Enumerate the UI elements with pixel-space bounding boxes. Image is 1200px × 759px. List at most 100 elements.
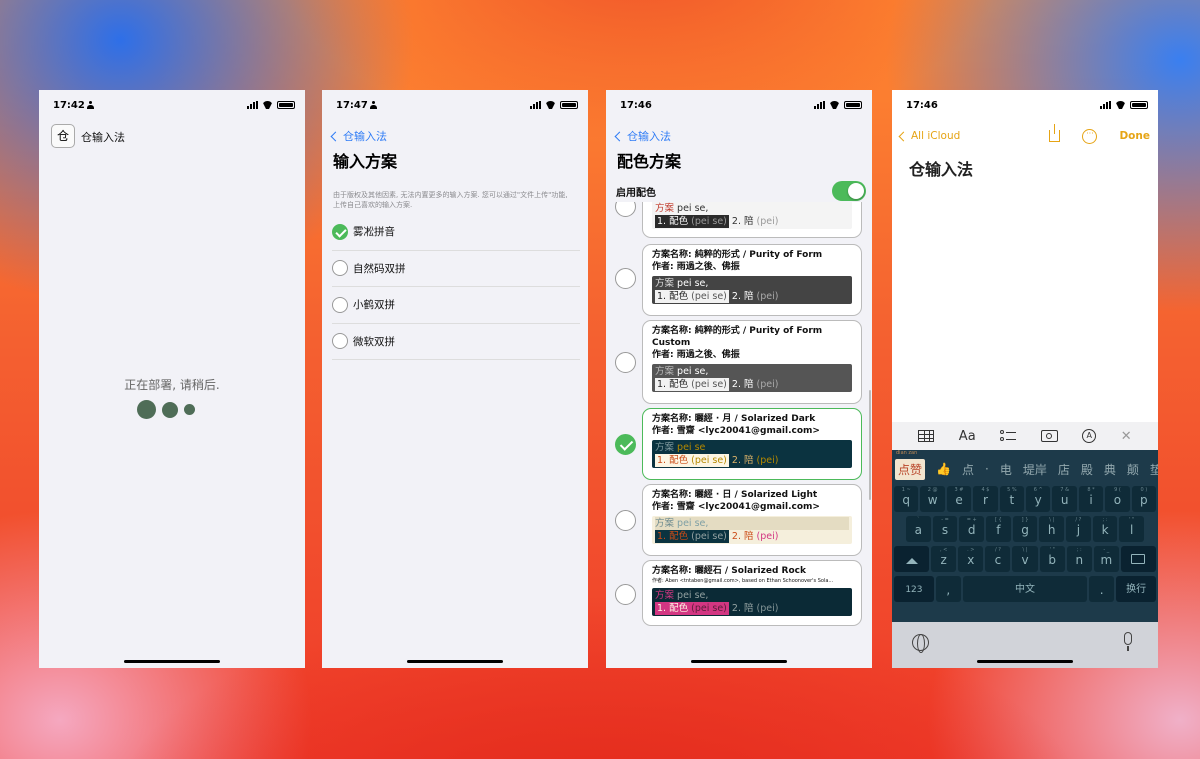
key-e[interactable]: 3 # e [946, 486, 972, 512]
candidate-item[interactable]: · [985, 462, 989, 476]
scheme-radio[interactable] [615, 352, 636, 373]
key-q[interactable]: 1 ~ q [894, 486, 919, 512]
loading-dot [184, 404, 195, 415]
scheme-radio[interactable] [615, 268, 636, 289]
done-button[interactable]: Done [1119, 130, 1150, 142]
status-bar: 17:42 [53, 98, 295, 112]
phone-screen-input-schemes: 17:47 仓输入法 输入方案 由于版权及其他因素, 无法内置更多的输入方案. … [322, 90, 588, 668]
note-title[interactable]: 仓输入法 [909, 156, 973, 180]
key-g[interactable]: ] } g [1012, 516, 1038, 542]
return-key[interactable]: 换行 [1116, 576, 1157, 602]
back-button[interactable]: 仓输入法 [330, 128, 387, 144]
key-w[interactable]: 2 @ w [920, 486, 945, 512]
preview-candidate-2-hint: (pei) [756, 291, 779, 302]
candidate-item[interactable]: 堤岸 [1023, 461, 1047, 478]
candidate-item[interactable]: 点 [962, 461, 974, 478]
key-l[interactable]: ' " l [1119, 516, 1145, 542]
key-m[interactable]: - _ m [1093, 546, 1119, 572]
home-indicator[interactable] [977, 660, 1073, 663]
markup-icon[interactable]: A [1082, 429, 1097, 443]
key-z[interactable]: , < z [931, 546, 957, 572]
scheme-radio[interactable] [615, 434, 636, 455]
home-indicator[interactable] [407, 660, 503, 663]
key-u[interactable]: 7 & u [1052, 486, 1077, 512]
key-a[interactable]: ` a [906, 516, 931, 542]
candidate-item[interactable]: 👍 [936, 462, 951, 476]
candidate-item[interactable]: 典 [1104, 461, 1116, 478]
key-h[interactable]: \ | h [1039, 516, 1065, 542]
share-icon[interactable] [1049, 124, 1061, 142]
radio-circle-icon [332, 296, 348, 313]
key-x[interactable]: . > x [958, 546, 984, 572]
backspace-key[interactable] [1120, 546, 1157, 572]
scheme-card-solarized-rock[interactable]: 方案名称: 曬經石 / Solarized Rock 作者: Aben <tnt… [642, 560, 862, 626]
candidate-item[interactable]: 殿 [1081, 461, 1093, 478]
scheme-option-wusong[interactable]: 雾凇拼音 [332, 214, 580, 251]
enable-colors-toggle[interactable] [832, 181, 866, 201]
color-scheme-list[interactable]: 方案 pei se, 1. 配色 (pei se) 2. 陪 (pei) 方案名… [606, 202, 872, 668]
key-d[interactable]: = + d [959, 516, 985, 542]
key-row-3: , < z . > x / ? c \ | v ' " b ; :n - _ m [894, 546, 1157, 572]
table-icon[interactable] [918, 430, 935, 442]
candidate-item[interactable]: 电 [1000, 461, 1012, 478]
numbers-key[interactable]: 123 [894, 576, 934, 602]
key-s[interactable]: - = s [932, 516, 958, 542]
key-y[interactable]: 6 ^ y [1026, 486, 1051, 512]
home-indicator[interactable] [124, 660, 220, 663]
wifi-icon [545, 101, 556, 109]
home-indicator[interactable] [691, 660, 787, 663]
more-icon[interactable]: ··· [1082, 128, 1098, 144]
key-o[interactable]: 9 (o [1105, 486, 1130, 512]
scheme-option-xiaohe[interactable]: 小鹤双拼 [332, 287, 580, 324]
globe-icon[interactable] [912, 633, 929, 653]
cellular-signal-icon [814, 101, 825, 109]
scrollbar[interactable] [869, 390, 871, 500]
key-r[interactable]: 4 $ r [973, 486, 998, 512]
key-comma[interactable]: , [935, 576, 961, 602]
space-key[interactable]: 中文 [962, 576, 1088, 602]
key-k[interactable]: ; :k [1092, 516, 1118, 542]
radio-circle-icon [615, 268, 636, 289]
scheme-card-solarized-light[interactable]: 方案名称: 曬經 · 日 / Solarized Light 作者: 雪齋 <l… [642, 484, 862, 556]
candidate-item[interactable]: 颠 [1127, 461, 1139, 478]
scheme-option-microsoft[interactable]: 微软双拼 [332, 324, 580, 360]
scheme-card-solarized-dark[interactable]: 方案名称: 曬經 · 月 / Solarized Dark 作者: 雪齋 <ly… [642, 408, 862, 480]
scheme-card-default[interactable]: 方案 pei se, 1. 配色 (pei se) 2. 陪 (pei) [642, 202, 862, 238]
scheme-radio[interactable] [615, 584, 636, 605]
close-icon[interactable]: ✕ [1121, 429, 1132, 444]
candidate-item[interactable]: 点赞 [895, 458, 926, 480]
key-c[interactable]: / ? c [985, 546, 1011, 572]
candidate-item[interactable]: 店 [1058, 461, 1070, 478]
scheme-card-purity-of-form[interactable]: 方案名称: 純粹的形式 / Purity of Form 作者: 雨過之後、佛振… [642, 244, 862, 316]
key-j[interactable]: / ? j [1066, 516, 1091, 542]
preview-candidate-2-hint: (pei) [756, 531, 779, 542]
candidate-item[interactable]: 垫 [1150, 461, 1158, 478]
scheme-card-purity-of-form-custom[interactable]: 方案名称: 純粹的形式 / Purity of Form Custom 作者: … [642, 320, 862, 404]
back-button[interactable]: All iCloud [898, 130, 960, 142]
scheme-preview: 方案 pei se 1. 配色 (pei se) 2. 陪 (pei) [652, 440, 852, 468]
scheme-author: 作者: 雪齋 <lyc20041@gmail.com> [652, 426, 820, 436]
key-p[interactable]: 0 ) p [1131, 486, 1157, 512]
preview-candidate-2: 2. 陪 [731, 531, 754, 542]
microphone-icon[interactable] [1124, 632, 1132, 651]
preview-preset-text: 方案 [655, 590, 675, 601]
camera-icon[interactable] [1040, 430, 1058, 442]
key-row-4: 123 , 中文 . 换行 [894, 576, 1157, 602]
radio-circle-icon [615, 352, 636, 373]
scheme-radio[interactable] [615, 510, 636, 531]
key-t[interactable]: 5 % t [999, 486, 1025, 512]
shift-key[interactable] [894, 546, 930, 572]
back-button[interactable]: 仓输入法 [614, 128, 671, 144]
key-f[interactable]: [ {f [986, 516, 1011, 542]
text-format-button[interactable]: Aa [959, 429, 976, 444]
scheme-option-ziranma[interactable]: 自然码双拼 [332, 251, 580, 287]
checklist-icon[interactable] [1000, 430, 1017, 442]
key-i[interactable]: 8 * i [1078, 486, 1104, 512]
key-period[interactable]: . [1089, 576, 1115, 602]
key-n[interactable]: ; :n [1066, 546, 1092, 572]
preview-candidate-1: 1. 配色 (pei se) [655, 602, 729, 615]
preview-preset-text: 方案 [655, 442, 675, 453]
key-v[interactable]: \ | v [1012, 546, 1038, 572]
scheme-radio[interactable] [615, 202, 636, 217]
key-b[interactable]: ' " b [1039, 546, 1065, 572]
